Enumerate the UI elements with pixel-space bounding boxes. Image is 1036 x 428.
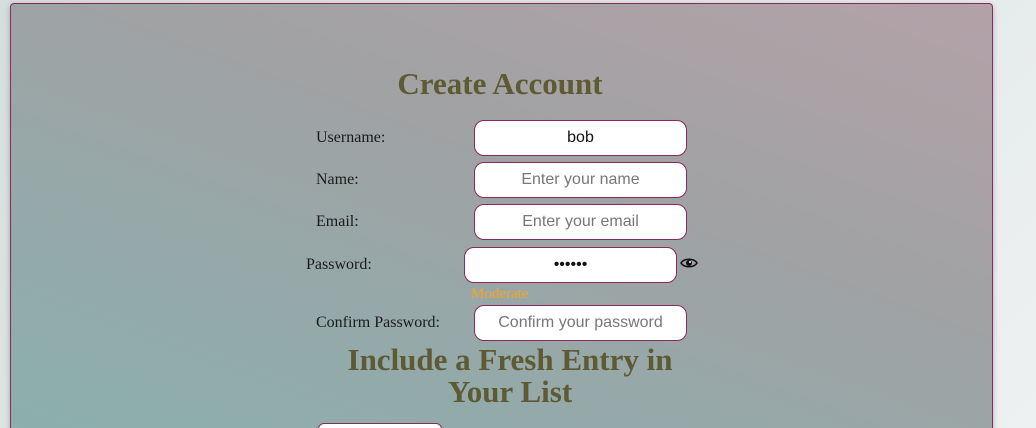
email-input[interactable] xyxy=(474,204,687,240)
name-label: Name: xyxy=(316,171,359,188)
confirm-password-label: Confirm Password: xyxy=(316,314,440,331)
section-title: Include a Fresh Entry in Your List xyxy=(347,342,673,409)
password-label: Password: xyxy=(306,256,372,273)
email-label: Email: xyxy=(316,213,359,230)
password-input[interactable] xyxy=(464,247,677,283)
eye-icon[interactable] xyxy=(680,256,698,272)
add-entry-button[interactable] xyxy=(318,423,442,428)
confirm-password-input[interactable] xyxy=(474,305,687,341)
username-label: Username: xyxy=(316,129,386,146)
name-input[interactable] xyxy=(474,162,687,198)
password-strength-indicator: Moderate xyxy=(471,286,529,302)
page-title: Create Account xyxy=(397,66,603,101)
username-input[interactable] xyxy=(474,120,687,156)
